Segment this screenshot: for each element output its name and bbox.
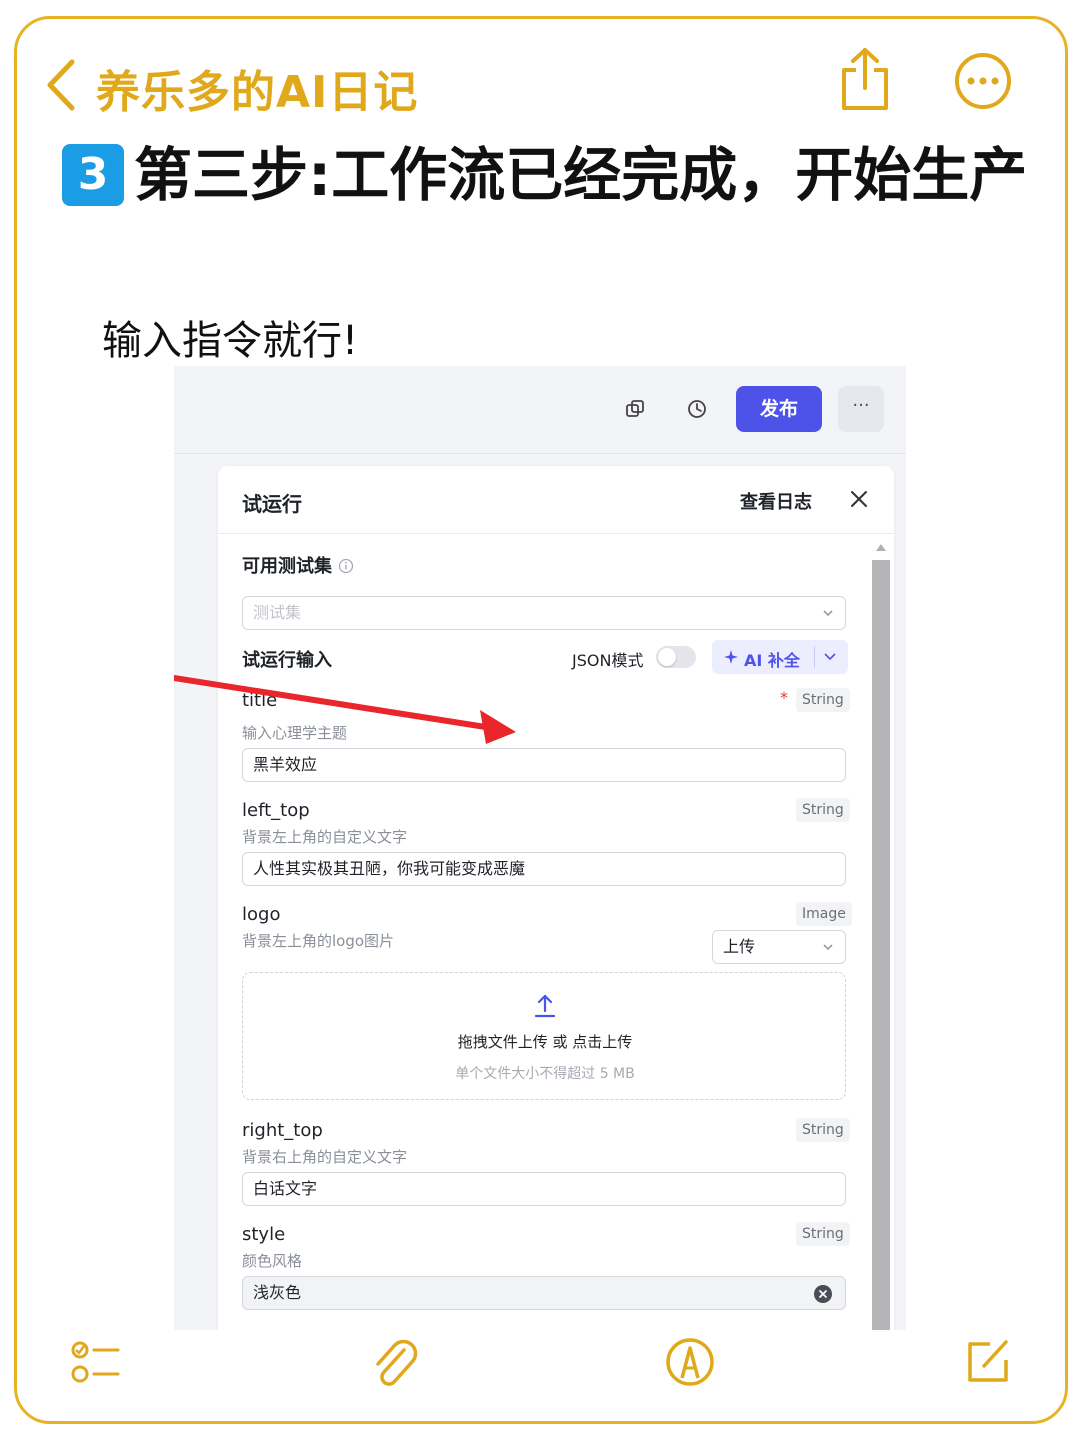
toolbar-more-button[interactable]: ··· xyxy=(838,386,884,432)
type-tag: Image xyxy=(796,902,852,926)
field-name-style: style xyxy=(242,1224,286,1245)
view-log-link[interactable]: 查看日志 xyxy=(740,488,812,514)
history-icon[interactable] xyxy=(686,398,708,420)
test-set-select[interactable]: 测试集 xyxy=(242,596,846,630)
checklist-icon[interactable] xyxy=(68,1334,124,1390)
test-set-label-text: 可用测试集 xyxy=(242,556,332,577)
ai-button-divider xyxy=(814,646,815,668)
sparkle-icon xyxy=(724,650,738,664)
test-set-placeholder: 测试集 xyxy=(253,603,302,622)
right-top-input[interactable]: 白话文字 xyxy=(242,1172,846,1206)
field-desc-right-top: 背景右上角的自定义文字 xyxy=(242,1148,408,1166)
field-desc-logo: 背景左上角的logo图片 xyxy=(242,932,395,950)
copy-icon[interactable] xyxy=(624,398,646,420)
scroll-thumb[interactable] xyxy=(872,560,890,1330)
notes-back-title[interactable]: 养乐多的AI日记 xyxy=(96,56,418,120)
type-tag: String xyxy=(796,1118,850,1142)
file-dropzone[interactable]: 拖拽文件上传 或 点击上传 单个文件大小不得超过 5 MB xyxy=(242,972,846,1100)
embedded-screenshot: 发布 ··· 试运行 查看日志 可用测试集 测试集 试运行输入 JSON模式 A… xyxy=(174,366,906,1330)
field-name-left-top: left_top xyxy=(242,800,310,821)
panel-header: 试运行 查看日志 xyxy=(218,466,894,534)
clear-icon[interactable] xyxy=(813,1284,833,1304)
dropzone-size-hint: 单个文件大小不得超过 5 MB xyxy=(455,1066,635,1082)
type-tag: String xyxy=(796,688,850,712)
json-mode-label: JSON模式 xyxy=(572,651,644,670)
app-toolbar: 发布 ··· xyxy=(174,366,906,454)
field-name-logo: logo xyxy=(242,904,281,925)
toggle-knob xyxy=(658,648,676,666)
json-mode-toggle[interactable] xyxy=(656,646,696,668)
upload-mode-value: 上传 xyxy=(723,937,756,956)
field-desc-left-top: 背景左上角的自定义文字 xyxy=(242,828,408,846)
chevron-down-icon xyxy=(823,610,833,617)
chevron-left-icon[interactable] xyxy=(44,58,78,112)
test-run-panel: 试运行 查看日志 可用测试集 测试集 试运行输入 JSON模式 AI 补全 ti… xyxy=(218,466,894,1330)
test-set-label: 可用测试集 xyxy=(242,552,354,578)
paperclip-icon[interactable] xyxy=(366,1334,422,1390)
style-input[interactable]: 浅灰色 xyxy=(242,1276,846,1310)
upload-icon xyxy=(534,994,556,1018)
heading-text: 第三步:工作流已经完成，开始生产 xyxy=(134,141,1028,209)
markup-pen-icon[interactable] xyxy=(662,1334,718,1390)
field-name-right-top: right_top xyxy=(242,1120,323,1141)
field-desc-style: 颜色风格 xyxy=(242,1252,303,1270)
ai-fill-button[interactable]: AI 补全 xyxy=(712,640,848,674)
dropzone-main-text: 拖拽文件上传 或 点击上传 xyxy=(457,1033,633,1051)
panel-scrollbar[interactable] xyxy=(872,544,890,1330)
share-icon[interactable] xyxy=(838,46,892,112)
note-heading: 3 第三步:工作流已经完成，开始生产 xyxy=(52,136,1042,214)
ai-fill-label: AI 补全 xyxy=(744,651,800,670)
info-icon[interactable] xyxy=(338,558,354,574)
upload-mode-select[interactable]: 上传 xyxy=(712,930,846,964)
scroll-up-arrow[interactable] xyxy=(876,544,886,551)
chevron-down-icon[interactable] xyxy=(824,653,836,661)
chevron-down-icon xyxy=(823,944,833,951)
type-tag: String xyxy=(796,798,850,822)
annotation-arrow xyxy=(174,675,516,744)
type-tag: String xyxy=(796,1222,850,1246)
title-input[interactable]: 黑羊效应 xyxy=(242,748,846,782)
step-number-badge: 3 xyxy=(62,144,124,206)
left-top-input[interactable]: 人性其实极其丑陋，你我可能变成恶魔 xyxy=(242,852,846,886)
note-subline: 输入指令就行! xyxy=(102,318,359,364)
compose-icon[interactable] xyxy=(960,1334,1016,1390)
more-options-icon[interactable] xyxy=(954,52,1012,110)
style-input-value: 浅灰色 xyxy=(253,1283,302,1302)
close-icon[interactable] xyxy=(848,488,870,510)
panel-title: 试运行 xyxy=(242,492,302,516)
required-marker: * xyxy=(780,688,788,707)
publish-button[interactable]: 发布 xyxy=(736,386,822,432)
